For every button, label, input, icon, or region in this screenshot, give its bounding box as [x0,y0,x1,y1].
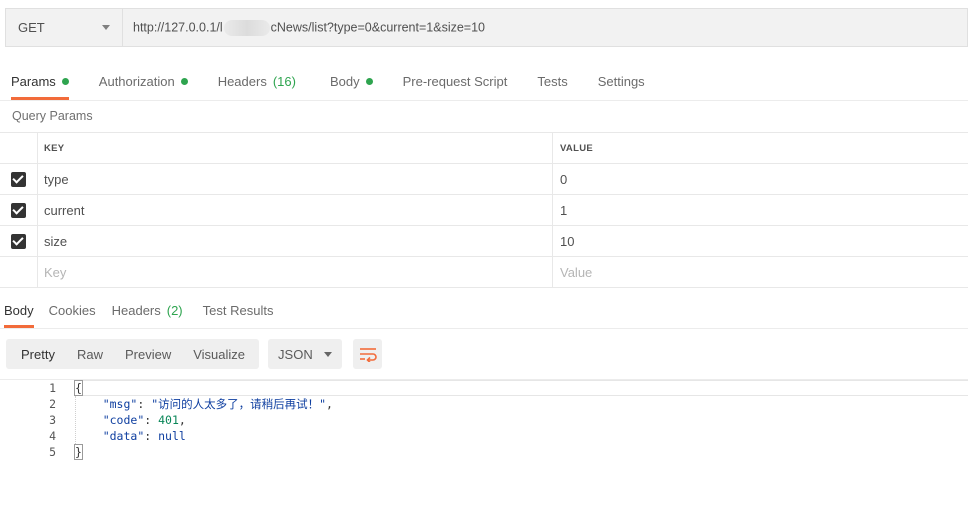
tab-label: Settings [597,74,645,89]
tab-pre-request-script[interactable]: Pre-request Script [403,64,508,99]
table-row: size 10 [0,226,968,257]
line-number: 1 [49,381,56,395]
tab-response-headers[interactable]: Headers (2) [112,294,183,327]
new-value-input[interactable]: Value [553,257,968,287]
language-select[interactable]: JSON [268,339,343,369]
response-tabs: Body Cookies Headers (2) Test Results [0,294,968,329]
checkmark-icon [11,171,26,187]
param-value[interactable]: 0 [553,164,968,194]
empty-check-cell [0,257,38,287]
code-line: 3 "code": 401, [0,412,968,428]
url-bar: GET http://127.0.0.1/l cNews/list?type=0&… [5,8,968,47]
status-dot [61,78,69,85]
checkmark-icon [11,233,26,249]
table-row-empty: Key Value [0,257,968,288]
line-number: 2 [49,397,56,411]
row-checkbox[interactable] [0,195,38,225]
preview-button[interactable]: Preview [114,339,182,369]
code-line: 5 } [0,444,968,460]
tab-label: Body [4,303,34,318]
check-column-header [0,133,38,163]
code-line: 2 "msg": "访问的人太多了，请稍后再试！", [0,396,968,412]
key-column-header: KEY [38,133,553,163]
param-key[interactable]: size [38,226,553,256]
line-number: 3 [49,413,56,427]
table-row: type 0 [0,164,968,195]
checkmark-icon [11,202,26,218]
code-line: 1 { [0,380,968,396]
headers-count: (2) [166,303,183,318]
code-text: "code": 401, [102,413,186,427]
table-header: KEY VALUE [0,133,968,164]
code-text: } [74,444,83,460]
value-column-header: VALUE [560,142,593,154]
url-suffix: cNews/list?type=0&current=1&size=10 [270,19,486,34]
tab-label: Headers [111,303,161,318]
param-value[interactable]: 10 [553,226,968,256]
row-checkbox[interactable] [0,164,38,194]
code-line: 4 "data": null [0,428,968,444]
new-key-input[interactable]: Key [38,257,553,287]
url-input[interactable]: http://127.0.0.1/l cNews/list?type=0&curr… [123,19,486,36]
query-params-title: Query Params [12,109,93,123]
param-value[interactable]: 1 [553,195,968,225]
chevron-down-icon [102,25,110,30]
tab-response-body[interactable]: Body [4,294,34,328]
tab-tests[interactable]: Tests [537,64,567,99]
wrap-lines-button[interactable] [353,339,383,369]
tab-label: Headers [217,74,267,89]
tab-params[interactable]: Params [11,64,69,100]
response-body-editor[interactable]: 1 { 2 "msg": "访问的人太多了，请稍后再试！", 3 "code":… [0,379,968,519]
tab-label: Pre-request Script [402,74,508,89]
tab-label: Body [329,74,360,89]
tab-authorization[interactable]: Authorization [99,64,188,99]
status-dot [180,78,188,85]
tab-test-results[interactable]: Test Results [203,294,274,327]
status-dot [365,78,373,85]
tab-label: Params [11,74,56,89]
line-number: 4 [49,429,56,443]
current-line-highlight [75,380,968,396]
tab-headers[interactable]: Headers (16) [218,64,296,99]
query-params-table: KEY VALUE type 0 current 1 size 10 Key V… [0,132,968,288]
tab-cookies[interactable]: Cookies [49,294,96,327]
tab-body[interactable]: Body [330,64,373,99]
line-number: 5 [49,445,56,459]
raw-button[interactable]: Raw [66,339,114,369]
headers-count: (16) [272,74,296,89]
chevron-down-icon [324,351,333,357]
tab-label: Tests [537,74,568,89]
method-label: GET [18,20,45,35]
tab-label: Test Results [202,303,274,318]
table-row: current 1 [0,195,968,226]
language-label: JSON [278,346,313,362]
url-prefix: http://127.0.0.1/l [133,19,223,34]
code-text: "data": null [102,429,186,443]
param-key[interactable]: current [38,195,553,225]
row-checkbox[interactable] [0,226,38,256]
code-text: { [74,380,83,396]
code-text: "msg": "访问的人太多了，请稍后再试！", [102,397,333,411]
redacted-blur [223,19,270,36]
format-group: Pretty Raw Preview Visualize [6,339,260,369]
tab-label: Cookies [48,303,96,318]
method-select[interactable]: GET [6,9,123,46]
wrap-lines-icon [359,348,377,362]
param-key[interactable]: type [38,164,553,194]
response-toolbar: Pretty Raw Preview Visualize JSON [6,339,383,369]
request-tabs: Params Authorization Headers (16) Body Pr… [0,64,968,101]
pretty-button[interactable]: Pretty [6,339,66,369]
tab-label: Authorization [98,74,175,89]
visualize-button[interactable]: Visualize [182,339,259,369]
tab-settings[interactable]: Settings [598,64,645,99]
